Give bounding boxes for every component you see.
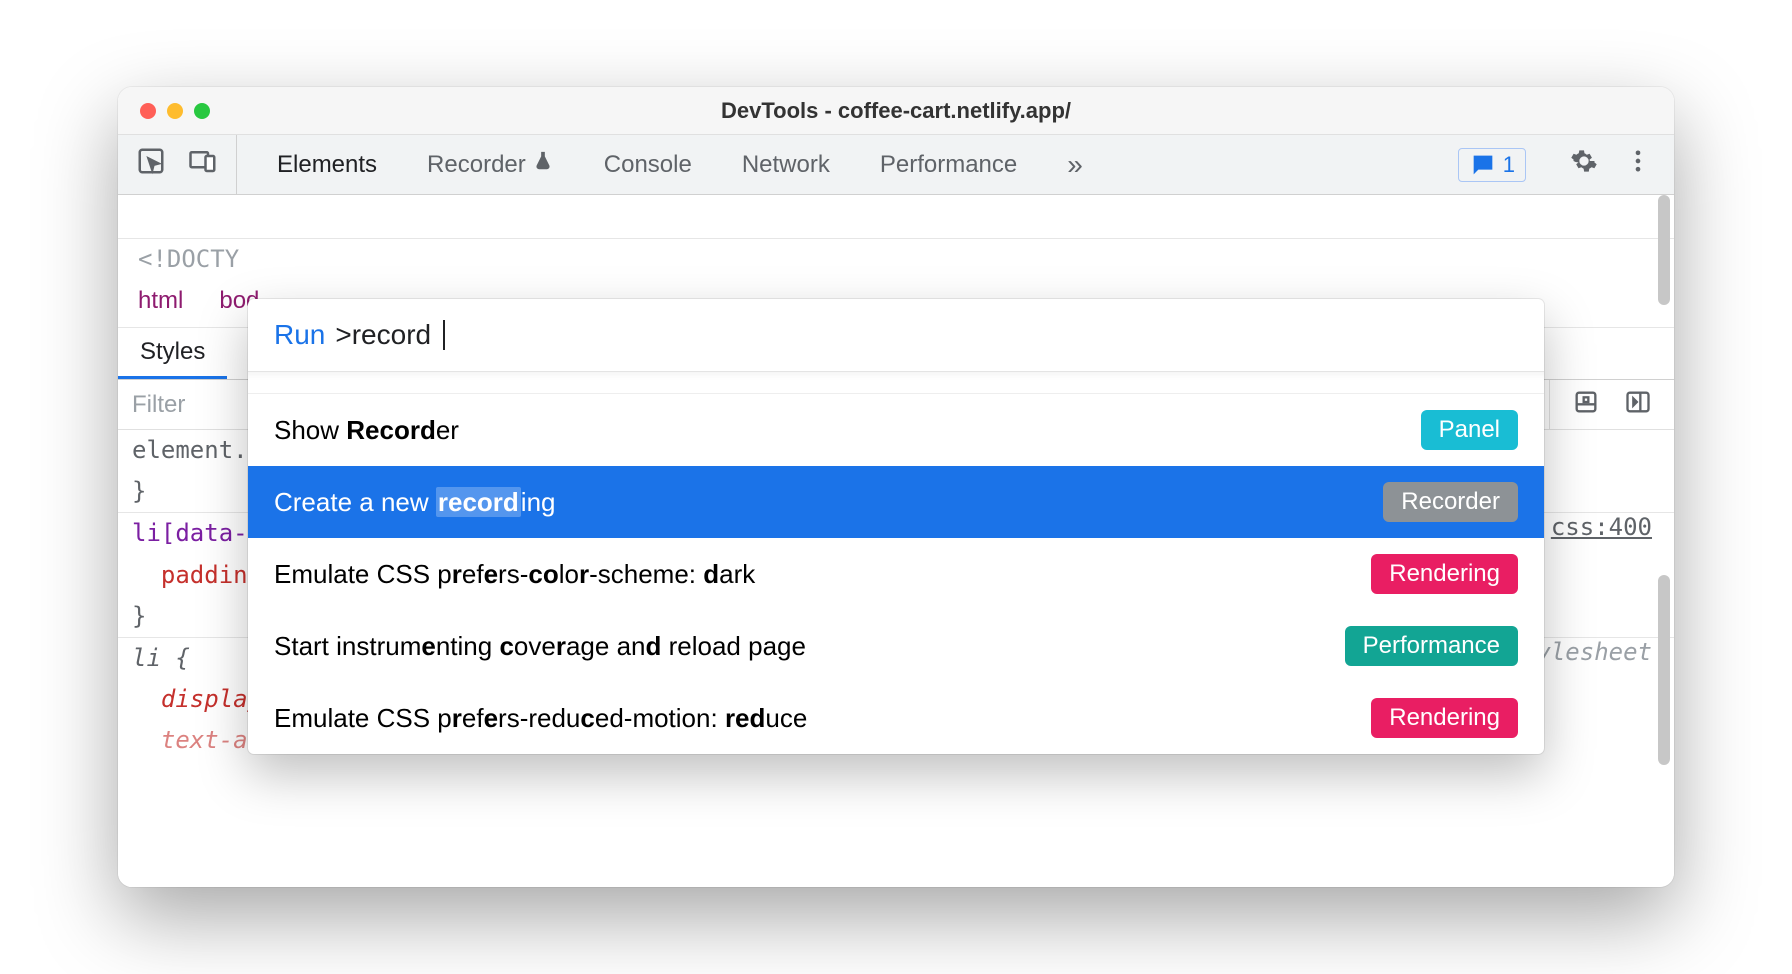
tab-recorder[interactable]: Recorder [427,135,554,194]
command-result-0[interactable]: Show Recorder Panel [248,394,1544,466]
command-result-2[interactable]: Emulate CSS prefers-color-scheme: dark Re… [248,538,1544,610]
command-result-text: Start instrumenting coverage and reload … [274,631,806,662]
inspect-element-icon[interactable] [136,146,166,183]
tab-console[interactable]: Console [604,135,692,194]
dom-scrollbar[interactable] [1658,195,1670,305]
minimize-window-button[interactable] [167,103,183,119]
command-result-badge: Rendering [1371,698,1518,738]
command-result-text: Show Recorder [274,415,459,446]
issues-counter[interactable]: 1 [1458,148,1526,182]
command-result-4[interactable]: Emulate CSS prefers-reduced-motion: redu… [248,682,1544,754]
settings-icon[interactable] [1570,147,1598,182]
command-query: >record [335,319,431,351]
more-tabs-button[interactable]: » [1067,149,1103,181]
command-result-badge: Recorder [1383,482,1518,522]
devtools-toolbar: Elements Recorder Console Network Perfor… [118,135,1674,195]
rule-source-link[interactable]: css:400 [1551,513,1652,541]
window-controls [118,103,210,119]
maximize-window-button[interactable] [194,103,210,119]
command-result-text: Emulate CSS prefers-reduced-motion: redu… [274,703,807,734]
command-result-badge: Rendering [1371,554,1518,594]
command-result-1[interactable]: Create a new recording Recorder [248,466,1544,538]
tab-performance[interactable]: Performance [880,135,1017,194]
close-window-button[interactable] [140,103,156,119]
device-toolbar-icon[interactable] [188,146,218,183]
command-result-text: Create a new recording [274,487,556,518]
command-palette: Run >record Show Recorder Panel Create a n… [248,299,1544,754]
titlebar: DevTools - coffee-cart.netlify.app/ [118,87,1674,135]
dom-doctype: <!DOCTY [118,239,1674,279]
command-result-3[interactable]: Start instrumenting coverage and reload … [248,610,1544,682]
hover-states-icon[interactable] [1572,388,1600,421]
kebab-menu-icon[interactable] [1624,147,1652,182]
flask-icon [532,150,554,179]
command-input[interactable]: Run >record [248,299,1544,372]
text-cursor [443,320,445,350]
command-prompt: Run [274,319,325,351]
devtools-window: DevTools - coffee-cart.netlify.app/ Elem… [118,87,1674,887]
crumb-html[interactable]: html [138,287,183,315]
command-result-badge: Performance [1345,626,1518,666]
command-result-text: Emulate CSS prefers-color-scheme: dark [274,559,755,590]
panel-content: <!DOCTY html bod Styles Filter element.s [118,195,1674,887]
window-title: DevTools - coffee-cart.netlify.app/ [118,98,1674,124]
tab-elements[interactable]: Elements [277,135,377,194]
panel-tabs: Elements Recorder Console Network Perfor… [237,135,1458,194]
toggle-sidebar-icon[interactable] [1624,388,1652,421]
command-result-badge: Panel [1421,410,1518,450]
issues-count: 1 [1503,152,1515,178]
subtab-styles[interactable]: Styles [118,328,227,379]
tab-network[interactable]: Network [742,135,830,194]
